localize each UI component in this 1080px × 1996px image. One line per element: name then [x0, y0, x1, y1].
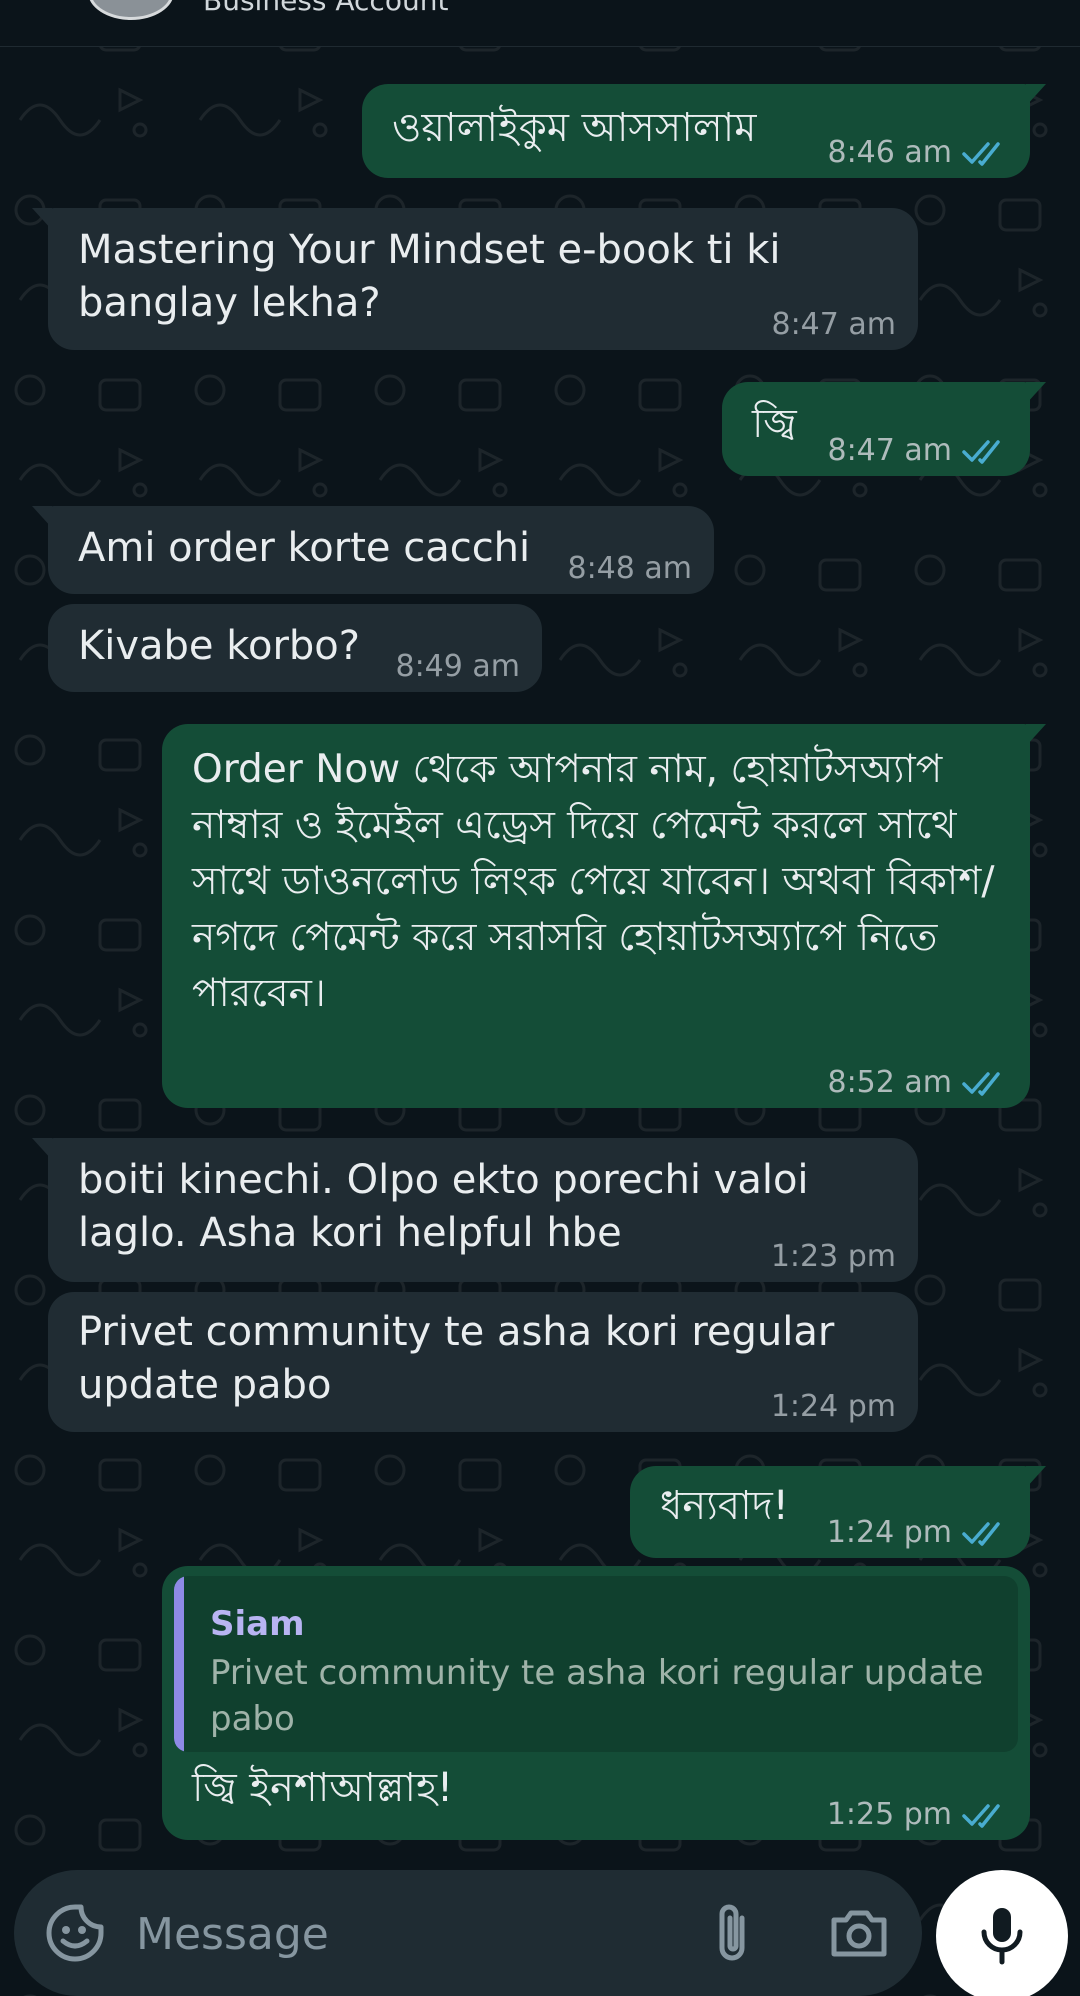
message-outgoing[interactable]: জ্বি 8:47 am — [722, 382, 1046, 476]
contact-subtitle: Business Account — [203, 0, 449, 17]
read-ticks-icon — [962, 1072, 1000, 1096]
chat-screen: Business Account ওয়ালাইকুম আসসালাম 8:46… — [0, 0, 1080, 1996]
emoji-icon[interactable] — [44, 1902, 106, 1964]
message-time: 1:25 pm — [826, 1797, 952, 1832]
message-meta: 1:24 pm — [827, 1518, 1008, 1548]
message-meta: 8:47 am — [771, 310, 896, 340]
message-input[interactable] — [134, 1894, 698, 1974]
message-meta: 1:24 pm — [771, 1392, 896, 1422]
read-ticks-icon — [962, 142, 1000, 166]
message-meta: 8:49 am — [395, 652, 520, 682]
message-incoming[interactable]: Mastering Your Mindset e-book ti ki bang… — [32, 208, 918, 350]
message-time: 8:48 am — [567, 551, 692, 586]
message-text: Order Now থেকে আপনার নাম, হোয়াটসঅ্যাপ ন… — [192, 747, 995, 1016]
microphone-icon — [981, 1908, 1023, 1965]
quoted-text: Privet community te asha kori regular up… — [210, 1653, 984, 1739]
message-incoming[interactable]: boiti kinechi. Olpo ekto porechi valoi l… — [32, 1138, 918, 1282]
message-text: Privet community te asha kori regular up… — [78, 1309, 848, 1408]
message-outgoing-reply[interactable]: Siam Privet community te asha kori regul… — [162, 1566, 1030, 1840]
message-text: Mastering Your Mindset e-book ti ki bang… — [78, 227, 794, 326]
message-time: 8:47 am — [827, 433, 952, 468]
message-incoming[interactable]: Kivabe korbo? 8:49 am — [48, 604, 542, 692]
message-text: boiti kinechi. Olpo ekto porechi valoi l… — [78, 1157, 822, 1256]
microphone-button[interactable] — [936, 1870, 1068, 1996]
message-incoming[interactable]: Privet community te asha kori regular up… — [48, 1292, 918, 1432]
message-time: 8:52 am — [827, 1065, 952, 1100]
message-outgoing[interactable]: Order Now থেকে আপনার নাম, হোয়াটসঅ্যাপ ন… — [162, 724, 1046, 1108]
message-meta: 8:46 am — [827, 138, 1008, 168]
message-meta: 8:52 am — [827, 1068, 1008, 1098]
message-outgoing[interactable]: ধন্যবাদ! 1:24 pm — [630, 1466, 1046, 1558]
message-meta: 1:23 pm — [771, 1242, 896, 1272]
message-composer — [14, 1870, 922, 1996]
contact-avatar[interactable] — [88, 0, 174, 20]
message-time: 8:47 am — [771, 307, 896, 342]
read-ticks-icon — [962, 1804, 1000, 1828]
quoted-message[interactable]: Siam Privet community te asha kori regul… — [174, 1576, 1018, 1752]
message-time: 1:23 pm — [770, 1239, 896, 1274]
quote-accent-bar — [174, 1576, 184, 1752]
message-outgoing[interactable]: ওয়ালাইকুম আসসালাম 8:46 am — [362, 84, 1046, 178]
message-time: 8:46 am — [827, 135, 952, 170]
message-time: 1:24 pm — [770, 1389, 896, 1424]
paperclip-icon[interactable] — [704, 1900, 760, 1966]
message-meta: 8:47 am — [827, 436, 1008, 466]
camera-icon[interactable] — [828, 1902, 890, 1964]
message-time: 8:49 am — [395, 649, 520, 684]
message-incoming[interactable]: Ami order korte cacchi 8:48 am — [32, 506, 714, 594]
message-time: 1:24 pm — [826, 1515, 952, 1550]
chat-header[interactable]: Business Account — [0, 0, 1080, 47]
read-ticks-icon — [962, 440, 1000, 464]
message-meta: 1:25 pm — [827, 1800, 1008, 1830]
read-ticks-icon — [962, 1522, 1000, 1546]
quoted-sender-name: Siam — [210, 1604, 305, 1644]
message-meta: 8:48 am — [567, 554, 692, 584]
